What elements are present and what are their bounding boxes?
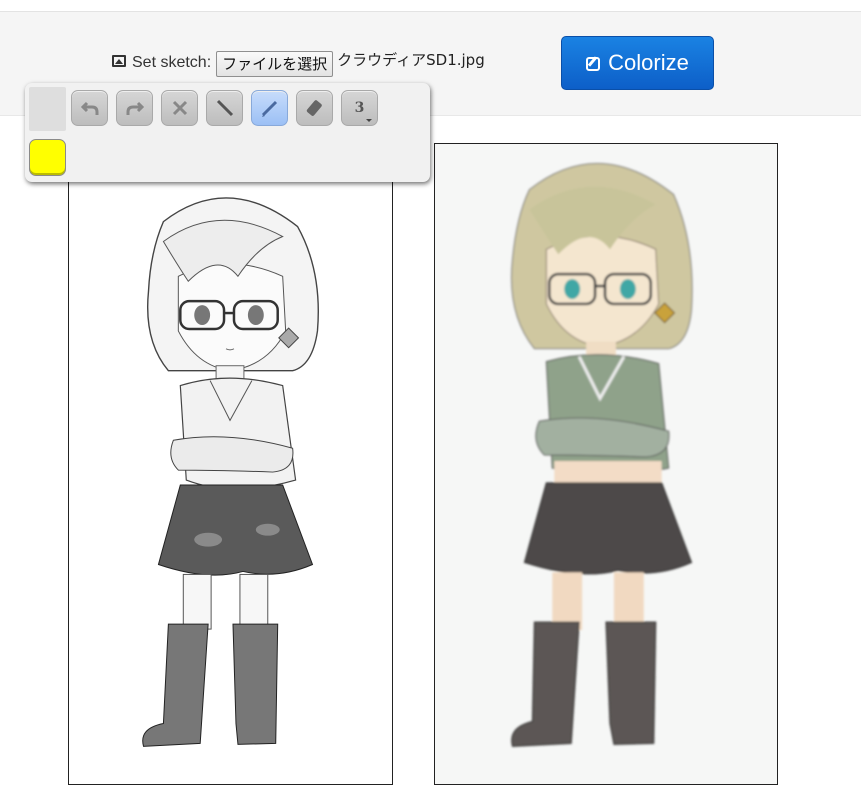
sketch-canvas[interactable] — [68, 180, 393, 785]
set-sketch-row: Set sketch: ファイルを選択 クラウディアSD1.jpg — [112, 49, 485, 77]
clear-button[interactable] — [161, 90, 198, 126]
sketch-illustration — [142, 197, 319, 747]
close-icon — [172, 100, 187, 116]
canvas-preview — [29, 87, 66, 131]
image-icon — [112, 55, 126, 67]
redo-icon — [126, 101, 144, 115]
pen-tool-button[interactable] — [251, 90, 288, 126]
colorized-illustration — [511, 163, 693, 747]
colorize-label: Colorize — [608, 50, 689, 75]
pen-icon — [261, 100, 277, 117]
selected-file-name: クラウディアSD1.jpg — [337, 50, 485, 69]
line-icon — [216, 99, 233, 117]
color-picker-swatch[interactable] — [29, 139, 66, 176]
colorized-result — [434, 143, 778, 785]
drawing-toolbar: 3 — [25, 83, 430, 182]
pen-size-value: 3 — [354, 100, 372, 122]
edit-icon — [586, 57, 601, 71]
colorize-button[interactable]: Colorize — [561, 36, 714, 90]
redo-button[interactable] — [116, 90, 153, 126]
file-select-button[interactable]: ファイルを選択 — [216, 51, 334, 77]
undo-button[interactable] — [71, 90, 108, 126]
pen-size-button[interactable]: 3 — [341, 90, 378, 126]
eraser-tool-button[interactable] — [296, 90, 333, 126]
undo-icon — [80, 101, 98, 115]
set-sketch-label: Set sketch: — [132, 54, 212, 71]
eraser-icon — [306, 100, 322, 116]
line-tool-button[interactable] — [206, 90, 243, 126]
